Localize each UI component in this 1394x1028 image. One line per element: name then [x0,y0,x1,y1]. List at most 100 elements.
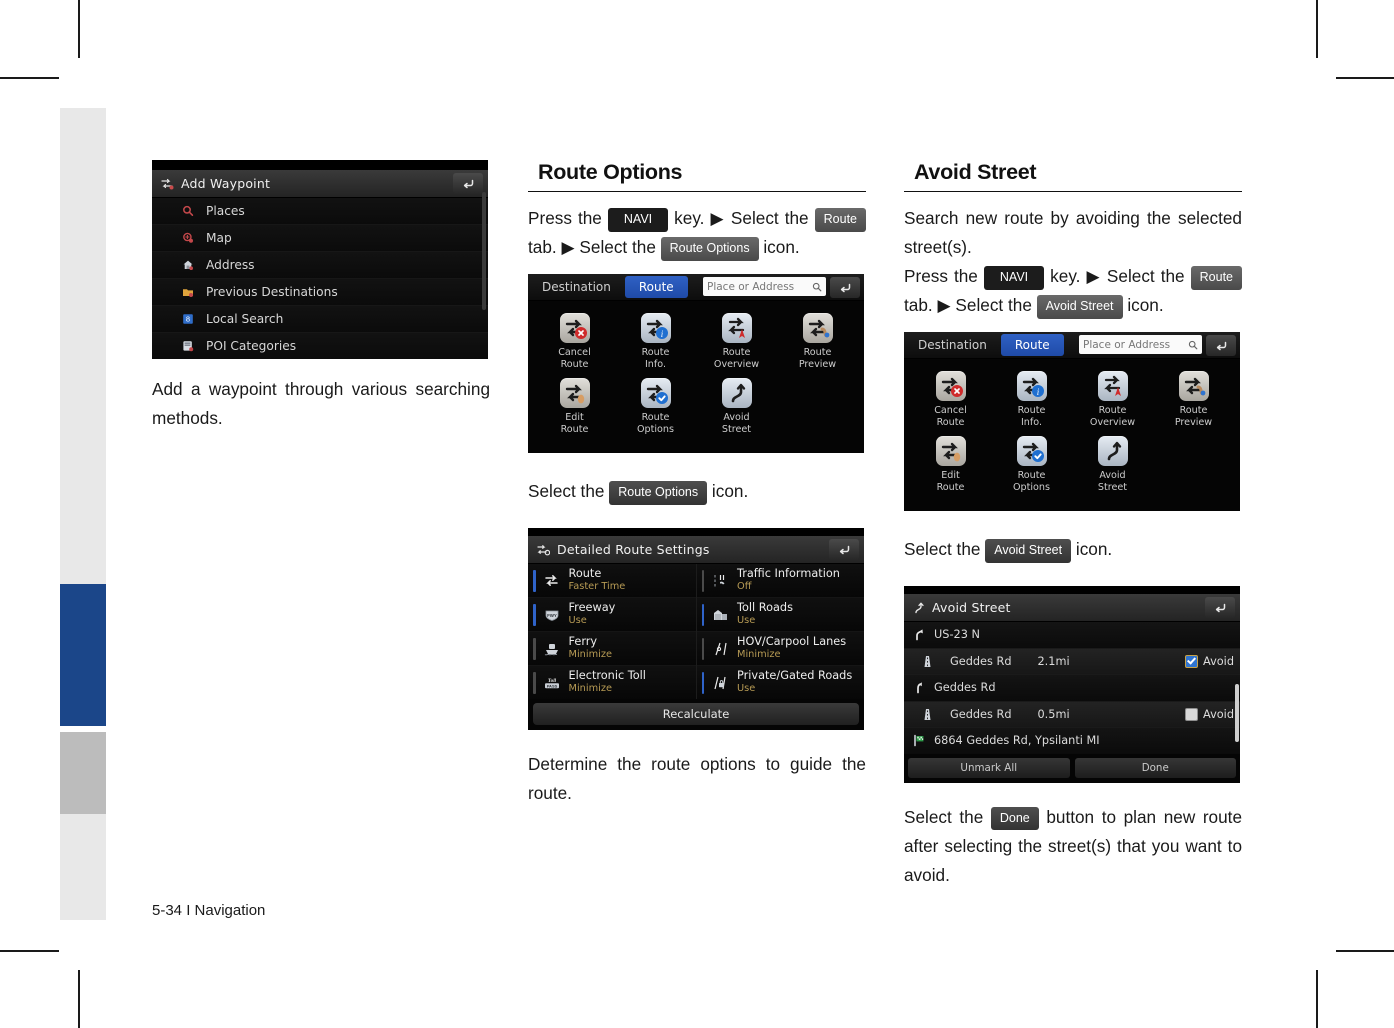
tab-destination[interactable]: Destination [528,274,625,300]
back-button[interactable] [830,277,860,298]
setting-route[interactable]: Route Faster Time [528,564,696,598]
add-waypoint-titlebar: Add Waypoint [152,170,488,198]
setting-value: Minimize [737,648,781,660]
edit-route-icon [935,436,966,466]
unmark-all-button[interactable]: Unmark All [908,757,1070,778]
route-tab-chip[interactable]: Route [1190,266,1243,290]
route-icon-avoid-street[interactable]: Avoid Street [1072,436,1153,501]
column-right: Avoid Street Search new route by avoidin… [904,160,1243,890]
table-row[interactable]: 6864 Geddes Rd, Ypsilanti MI [904,728,1240,754]
icon-caption: Cancel Route [934,405,967,428]
back-arrow-icon [1215,603,1225,613]
navi-key-chip[interactable]: NAVI [983,266,1045,290]
route-options-chip[interactable]: Route Options [609,481,708,505]
route-icon-cancel-route[interactable]: Cancel Route [534,313,615,378]
checkbox-label: Avoid [1203,707,1234,721]
route-icon-route-info[interactable]: i Route Info. [615,313,696,378]
list-scrollbar[interactable] [482,192,486,310]
setting-private-gated-roads[interactable]: Private/Gated Roads Use [696,666,864,699]
instr-text: tab. ▶ Select the [528,237,656,257]
setting-toll-roads[interactable]: Toll Roads Use [696,598,864,632]
route-screen-tabbar: Destination Route Place or Address [528,274,864,301]
back-button[interactable] [453,173,483,194]
setting-value: Minimize [568,682,613,694]
table-row[interactable]: Geddes Rd 0.5mi Avoid [904,701,1240,728]
table-row[interactable]: Geddes Rd 2.1mi Avoid [904,648,1240,675]
route-icon-route-info[interactable]: i Route Info. [991,371,1072,436]
icon-caption: Route Preview [798,347,837,370]
section-heading-route-options: Route Options [528,160,866,192]
route-icon-route-overview[interactable]: Route Overview [1072,371,1153,436]
route-icon-route-options[interactable]: Route Options [615,378,696,443]
recalculate-button[interactable]: Recalculate [533,703,859,725]
search-input[interactable]: Place or Address [1079,335,1202,354]
settings-column-right: Traffic Information Off Toll Roads Use H… [696,564,864,699]
list-item[interactable]: 8 Local Search [152,306,488,333]
route-icon-edit-route[interactable]: Edit Route [534,378,615,443]
select-text: Select the [528,481,605,501]
setting-traffic-information[interactable]: Traffic Information Off [696,564,864,598]
list-item-label: Address [206,258,255,272]
route-options-icon [640,378,671,408]
route-icon-route-overview[interactable]: Route Overview [696,313,777,378]
add-waypoint-screenshot: Add Waypoint Places Map Address Previous… [152,160,488,359]
back-button[interactable] [1205,597,1235,618]
table-row[interactable]: US-23 N [904,622,1240,649]
poi-icon [178,340,198,352]
route-options-chip[interactable]: Route Options [660,237,759,261]
list-scrollbar[interactable] [1235,684,1239,742]
list-item[interactable]: POI Categories [152,333,488,359]
icon-caption: Edit Route [560,412,589,435]
checkbox-label: Avoid [1203,654,1234,668]
route-icon-route-preview[interactable]: Route Preview [1153,371,1234,436]
tab-route[interactable]: Route [624,276,688,298]
navi-key-chip[interactable]: NAVI [607,208,669,232]
road-icon [904,655,950,668]
route-tab-chip[interactable]: Route [814,208,867,232]
setting-ferry[interactable]: Ferry Minimize [528,632,696,666]
route-icon-route-preview[interactable]: Route Preview [777,313,858,378]
avoid-checkbox-cell[interactable]: Avoid [1185,654,1240,668]
avoid-street-chip[interactable]: Avoid Street [985,539,1072,563]
freeway-shield-icon: FWY [541,608,563,622]
setting-hov-carpool-lanes[interactable]: HOV/Carpool Lanes Minimize [696,632,864,666]
back-button[interactable] [1206,335,1236,356]
avoid-checkbox-cell[interactable]: Avoid [1185,707,1240,721]
setting-label: Ferry [568,635,598,648]
setting-text: Private/Gated Roads Use [737,669,852,695]
icon-cell-empty [777,378,858,443]
icon-row-2: Edit Route Route Options Avoid Street [534,378,858,443]
list-item-label: Places [206,204,245,218]
list-item[interactable]: Map [152,225,488,252]
route-icon-grid: Cancel Route i Route Info. Route Overview [904,359,1240,511]
route-icon-edit-route[interactable]: Edit Route [910,436,991,501]
done-button[interactable]: Done [1074,757,1236,778]
setting-value: Use [737,614,756,626]
setting-electronic-toll[interactable]: Toll PASS Electronic Toll Minimize [528,666,696,699]
tab-route[interactable]: Route [1000,334,1064,356]
list-item[interactable]: Places [152,198,488,225]
toll-pass-icon: Toll PASS [541,676,563,690]
icon-caption: Route Options [1012,470,1051,493]
list-item[interactable]: Address [152,252,488,279]
setting-label: HOV/Carpool Lanes [737,635,847,648]
done-chip[interactable]: Done [990,806,1039,830]
setting-text: Ferry Minimize [568,635,613,661]
route-icon-cancel-route[interactable]: Cancel Route [910,371,991,436]
list-item-label: Map [206,231,232,245]
list-item[interactable]: Previous Destinations [152,279,488,306]
search-input[interactable]: Place or Address [703,277,826,296]
checkbox-unchecked[interactable] [1185,707,1199,721]
table-row[interactable]: Geddes Rd [904,675,1240,702]
setting-freeway[interactable]: FWY Freeway Use [528,598,696,632]
avoid-street-chip[interactable]: Avoid Street [1036,295,1123,319]
checkbox-checked[interactable] [1185,654,1199,668]
setting-text: Toll Roads Use [737,601,793,627]
route-icon-route-options[interactable]: Route Options [991,436,1072,501]
tab-destination[interactable]: Destination [904,332,1001,358]
route-icon-avoid-street[interactable]: Avoid Street [696,378,777,443]
avoid-street-footer: Unmark All Done [904,754,1240,783]
back-button[interactable] [829,539,859,560]
section-heading-avoid-street: Avoid Street [904,160,1242,192]
road-icon [904,708,950,721]
